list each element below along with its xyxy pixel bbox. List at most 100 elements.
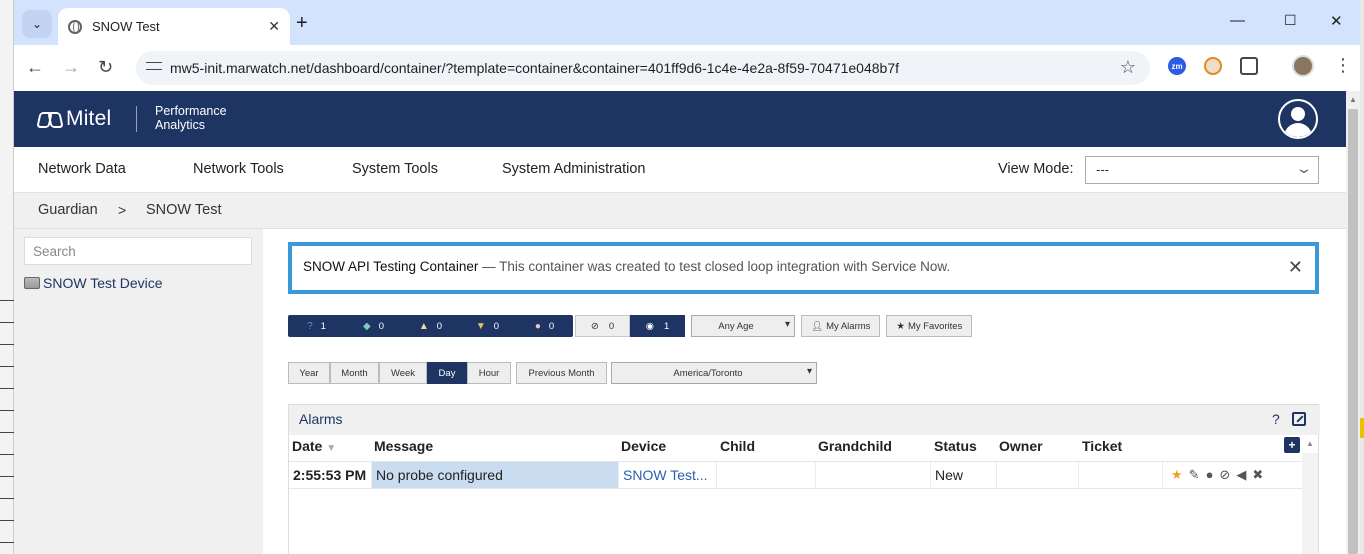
table-scrollbar[interactable] [1302, 453, 1318, 554]
tab-title: SNOW Test [92, 19, 160, 34]
breadcrumb-guardian[interactable]: Guardian [38, 202, 98, 218]
severity-unknown-filter[interactable]: ? 1 [288, 315, 345, 337]
row-actions: ★ ✎ ● ⊘ ◀ ✖ [1171, 467, 1263, 483]
reload-icon[interactable]: ↻ [98, 57, 113, 78]
device-label: SNOW Test Device [43, 275, 163, 291]
eye-slash-icon: ⊘ [590, 320, 599, 332]
timezone-value: America/Toronto [673, 367, 743, 379]
maximize-icon[interactable]: ☐ [1284, 12, 1297, 29]
hidden-alarms-filter[interactable]: ⊘ 0 [575, 315, 630, 337]
add-column-button[interactable]: + [1284, 437, 1300, 453]
time-day-button[interactable]: Day [427, 362, 467, 384]
nav-network-tools[interactable]: Network Tools [193, 161, 284, 177]
sidebar-device-item[interactable]: SNOW Test Device [24, 275, 163, 291]
column-header-child[interactable]: Child [720, 438, 755, 454]
delete-x-icon[interactable]: ✖ [1252, 467, 1263, 483]
forward-arrow-icon[interactable]: → [62, 57, 80, 78]
column-header-status[interactable]: Status [934, 438, 977, 454]
severity-minor-filter[interactable]: ▼ 0 [459, 315, 516, 337]
tab-close-icon[interactable]: ✕ [268, 18, 280, 35]
scrollbar-thumb[interactable] [1348, 109, 1358, 554]
nav-system-administration[interactable]: System Administration [502, 161, 645, 177]
hidden-count: 0 [608, 320, 615, 332]
product-line-2: Analytics [155, 118, 206, 132]
favorite-star-icon[interactable]: ★ [1171, 467, 1183, 483]
column-header-ticket[interactable]: Ticket [1082, 438, 1122, 454]
new-tab-plus-icon[interactable]: + [296, 12, 308, 35]
help-icon[interactable]: ? [1272, 411, 1280, 427]
time-range-bar: Year Month Week Day Hour Previous Month … [288, 362, 817, 384]
scroll-up-arrow-icon[interactable]: ▲ [1306, 439, 1314, 448]
severity-critical-filter[interactable]: ● 0 [516, 315, 573, 337]
puzzle-extensions-icon[interactable] [1240, 57, 1258, 75]
my-alarms-button[interactable]: 👤︎ My Alarms [801, 315, 881, 337]
severity-count: 0 [378, 320, 384, 332]
severity-count: 0 [436, 320, 443, 332]
expand-icon[interactable] [1292, 412, 1306, 426]
time-year-button[interactable]: Year [288, 362, 330, 384]
view-mode-value: --- [1096, 162, 1109, 177]
banner-close-icon[interactable]: ✕ [1288, 257, 1303, 278]
cell-status: New [931, 462, 997, 488]
chevron-down-icon: ⌄ [31, 17, 43, 31]
logo-divider [136, 106, 137, 132]
column-header-message[interactable]: Message [374, 438, 433, 454]
globe-icon [68, 19, 82, 34]
sidebar: Search SNOW Test Device [22, 229, 262, 554]
age-select[interactable]: Any Age ▾ [691, 315, 795, 337]
browser-tab[interactable]: SNOW Test ✕ [58, 8, 290, 45]
eye-icon: ◉ [645, 320, 654, 332]
browser-toolbar: ← → ↻ mw5-init.marwatch.net/dashboard/co… [14, 45, 1360, 91]
table-row[interactable]: 2:55:53 PM No probe configured SNOW Test… [289, 461, 1302, 489]
view-mode-select[interactable]: --- ⌄ [1085, 156, 1319, 184]
onion-extension-icon[interactable] [1204, 57, 1222, 75]
banner-title: SNOW API Testing Container [303, 259, 479, 274]
minimize-icon[interactable]: — [1230, 12, 1245, 29]
cell-device-link[interactable]: SNOW Test... [619, 462, 717, 488]
severity-info-filter[interactable]: ◆ 0 [345, 315, 402, 337]
severity-filter-group: ? 1 ◆ 0 ▲ 0 ▼ 0 ● 0 [288, 315, 573, 337]
user-avatar-icon[interactable] [1278, 99, 1318, 139]
tab-search-button[interactable]: ⌄ [22, 10, 52, 38]
breadcrumb-current: SNOW Test [146, 202, 222, 218]
bookmark-star-icon[interactable]: ☆ [1120, 57, 1136, 78]
visible-alarms-filter[interactable]: ◉ 1 [630, 315, 685, 337]
zm-extension-icon[interactable]: zm [1168, 57, 1186, 75]
back-arrow-icon[interactable]: ← [26, 57, 44, 78]
scroll-up-arrow-icon[interactable]: ▲ [1349, 95, 1357, 104]
nav-network-data[interactable]: Network Data [38, 161, 126, 177]
time-hour-button[interactable]: Hour [467, 362, 511, 384]
time-week-button[interactable]: Week [379, 362, 427, 384]
diamond-icon: ◆ [363, 320, 371, 332]
assign-person-icon[interactable]: ● [1206, 467, 1214, 483]
my-favorites-label: My Favorites [907, 320, 963, 332]
previous-month-button[interactable]: Previous Month [516, 362, 607, 384]
column-header-owner[interactable]: Owner [999, 438, 1043, 454]
main-content: SNOW API Testing Container — This contai… [263, 229, 1346, 554]
page-scrollbar[interactable]: ▲ [1346, 91, 1360, 554]
address-bar[interactable]: mw5-init.marwatch.net/dashboard/containe… [136, 51, 1150, 85]
window-close-icon[interactable]: ✕ [1330, 12, 1343, 30]
nav-system-tools[interactable]: System Tools [352, 161, 438, 177]
edit-pencil-icon[interactable]: ✎ [1189, 467, 1200, 483]
product-line-1: Performance [155, 104, 227, 118]
timezone-select[interactable]: America/Toronto ▾ [611, 362, 817, 384]
kebab-menu-icon[interactable]: ⋮ [1334, 55, 1352, 76]
site-settings-icon[interactable] [146, 60, 162, 74]
my-favorites-button[interactable]: ★ My Favorites [886, 315, 973, 337]
alarms-title: Alarms [299, 411, 343, 427]
banner-description: This container was created to test close… [499, 259, 951, 274]
profile-avatar[interactable] [1292, 55, 1314, 77]
cell-ticket [1079, 462, 1163, 488]
column-header-grandchild[interactable]: Grandchild [818, 438, 892, 454]
sidebar-search-input[interactable]: Search [24, 237, 252, 265]
mute-speaker-icon[interactable]: ◀ [1236, 467, 1246, 483]
hide-eye-slash-icon[interactable]: ⊘ [1219, 467, 1230, 483]
severity-warning-filter[interactable]: ▲ 0 [402, 315, 459, 337]
logo-text: Mitel [66, 107, 112, 130]
url-text[interactable]: mw5-init.marwatch.net/dashboard/containe… [170, 60, 899, 76]
time-month-button[interactable]: Month [330, 362, 379, 384]
column-header-date[interactable]: Date ▼ [292, 438, 336, 454]
mitel-logo[interactable]: Mitel [38, 107, 111, 131]
column-header-device[interactable]: Device [621, 438, 666, 454]
